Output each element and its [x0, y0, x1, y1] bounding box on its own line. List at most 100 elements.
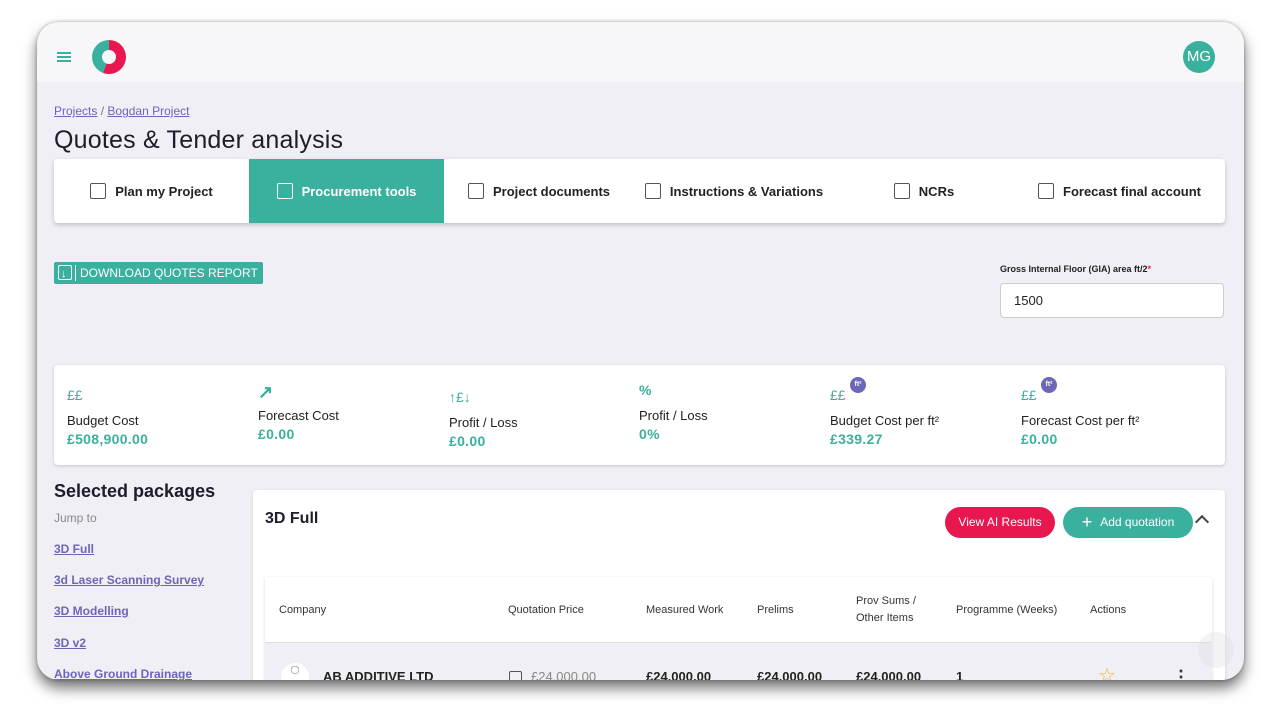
jump-to-label: Jump to: [54, 511, 97, 525]
chart-icon: [276, 183, 293, 199]
download-label: DOWNLOAD QUOTES REPORT: [80, 266, 258, 280]
measured-work: £24,000.00: [646, 669, 712, 680]
stat-profit-loss-percent: % Profit / Loss 0%: [639, 382, 708, 442]
book-icon: [644, 183, 661, 199]
tab-bar: Plan my Project Procurement tools Projec…: [54, 159, 1225, 223]
page-title: Quotes & Tender analysis: [54, 126, 344, 154]
plus-icon: +: [1081, 512, 1093, 532]
tab-plan-my-project[interactable]: Plan my Project: [54, 159, 249, 223]
package-card: 3D Full View AI Results + Add quotation C…: [253, 490, 1225, 680]
stat-value: £339.27: [830, 431, 883, 447]
app-logo[interactable]: [92, 40, 126, 74]
documents-icon: [467, 183, 484, 199]
pound-per-ft2-icon: ££ ft²: [830, 377, 939, 407]
column-header-programme[interactable]: Programme (Weeks): [956, 577, 1057, 643]
column-header-measured-work[interactable]: Measured Work: [646, 577, 723, 643]
programme-weeks: 1: [956, 669, 964, 680]
stat-budget-cost-per-ft2: ££ ft² Budget Cost per ft² £339.27: [830, 377, 940, 447]
stat-label: Forecast Cost per ft²: [1021, 413, 1140, 428]
tab-label: Plan my Project: [115, 183, 213, 199]
prelims: £24,000.00: [757, 669, 823, 680]
ledger-icon: [1038, 183, 1054, 199]
tab-label: NCRs: [918, 183, 955, 199]
megaphone-icon: [90, 183, 107, 199]
column-header-company[interactable]: Company: [279, 577, 326, 643]
stat-value: £0.00: [1021, 431, 1058, 447]
tab-instructions-variations[interactable]: Instructions & Variations: [634, 159, 834, 223]
user-avatar[interactable]: MG: [1183, 41, 1215, 73]
menu-icon[interactable]: [57, 52, 71, 62]
stat-forecast-cost: ↗ Forecast Cost £0.00: [258, 382, 339, 442]
select-quotation-checkbox[interactable]: [509, 671, 522, 680]
column-header-quotation-price[interactable]: Quotation Price: [508, 577, 584, 643]
profit-loss-icon: ↑£↓: [449, 389, 471, 405]
column-header-prov-sums[interactable]: Prov Sums / Other Items: [856, 577, 936, 643]
quotations-table: Company Quotation Price Measured Work Pr…: [265, 577, 1212, 680]
package-link-3d-laser-scanning[interactable]: 3d Laser Scanning Survey: [54, 573, 204, 587]
stat-value: 0%: [639, 426, 660, 442]
company-name: AB ADDITIVE LTD: [323, 669, 434, 680]
chevron-up-icon[interactable]: [1194, 514, 1210, 530]
gia-field-label: Gross Internal Floor (GIA) area ft/2*: [1000, 264, 1151, 274]
package-link-above-ground-drainage[interactable]: Above Ground Drainage: [54, 667, 192, 680]
tab-forecast-final-account[interactable]: Forecast final account: [1014, 159, 1225, 223]
column-header-prelims[interactable]: Prelims: [757, 577, 794, 643]
breadcrumb-separator: /: [100, 104, 105, 118]
stat-value: £0.00: [258, 426, 295, 442]
stat-budget-cost: ££ Budget Cost £508,900.00: [67, 387, 148, 447]
grid-icon: [893, 183, 910, 199]
table-header: Company Quotation Price Measured Work Pr…: [265, 577, 1212, 643]
add-quotation-button[interactable]: + Add quotation: [1063, 507, 1193, 538]
percent-icon: %: [639, 382, 652, 398]
download-icon: [58, 263, 72, 285]
tab-ncrs[interactable]: NCRs: [834, 159, 1014, 223]
tab-label: Forecast final account: [1063, 183, 1201, 199]
quotation-price: £24,000.00: [531, 669, 597, 680]
tab-label: Procurement tools: [301, 183, 417, 199]
tab-procurement-tools[interactable]: Procurement tools: [249, 159, 444, 223]
stat-label: Budget Cost per ft²: [830, 413, 940, 428]
tab-label: Instructions & Variations: [669, 183, 824, 199]
ft2-badge: ft²: [850, 377, 866, 393]
required-mark: *: [1147, 264, 1152, 274]
pound-per-ft2-icon: ££ ft²: [1021, 377, 1139, 407]
prov-sums: £24,000.00: [856, 669, 922, 680]
gia-area-input[interactable]: 1500: [1000, 283, 1224, 318]
download-quotes-report-button[interactable]: DOWNLOAD QUOTES REPORT: [54, 262, 263, 285]
stat-label: Profit / Loss: [449, 415, 518, 430]
stat-label: Budget Cost: [67, 413, 139, 428]
ft2-badge: ft²: [1041, 377, 1057, 393]
tab-project-documents[interactable]: Project documents: [444, 159, 634, 223]
view-ai-results-button[interactable]: View AI Results: [945, 507, 1055, 538]
breadcrumb-projects-link[interactable]: Projects: [54, 104, 97, 118]
stat-value: £508,900.00: [67, 431, 149, 447]
floating-help-button[interactable]: [1198, 632, 1234, 668]
pound-icon: ££: [1021, 387, 1037, 403]
package-title: 3D Full: [265, 510, 319, 527]
app-window: MG Projects / Bogdan Project Quotes & Te…: [37, 22, 1244, 680]
trend-up-icon: ↗: [258, 382, 274, 402]
pound-icon: ££: [830, 387, 846, 403]
add-quotation-label: Add quotation: [1100, 515, 1175, 529]
tab-label: Project documents: [492, 183, 611, 199]
company-logo: ◯: [281, 663, 309, 680]
package-link-3d-full[interactable]: 3D Full: [54, 542, 94, 556]
top-bar: MG: [37, 22, 1244, 82]
package-link-3d-modelling[interactable]: 3D Modelling: [54, 604, 129, 618]
more-options-icon[interactable]: ⋮: [1172, 667, 1190, 680]
pound-icon: ££: [67, 387, 83, 403]
stat-forecast-cost-per-ft2: ££ ft² Forecast Cost per ft² £0.00: [1021, 377, 1140, 447]
star-icon[interactable]: ☆: [1098, 663, 1116, 680]
stat-value: £0.00: [449, 433, 486, 449]
table-row[interactable]: ◯ AB ADDITIVE LTD £24,000.00 £24,000.00 …: [265, 643, 1212, 680]
stat-label: Forecast Cost: [258, 408, 339, 423]
stat-profit-loss-amount: ↑£↓ Profit / Loss £0.00: [449, 389, 518, 449]
selected-packages-title: Selected packages: [54, 481, 216, 501]
breadcrumb-project-link[interactable]: Bogdan Project: [107, 104, 189, 118]
cost-summary-panel: ££ Budget Cost £508,900.00 ↗ Forecast Co…: [54, 365, 1225, 465]
stat-label: Profit / Loss: [639, 408, 708, 423]
gia-label-text: Gross Internal Floor (GIA) area ft/2: [1000, 264, 1148, 274]
divider: [75, 265, 76, 281]
column-header-actions: Actions: [1090, 603, 1127, 616]
package-link-3d-v2[interactable]: 3D v2: [54, 636, 86, 650]
